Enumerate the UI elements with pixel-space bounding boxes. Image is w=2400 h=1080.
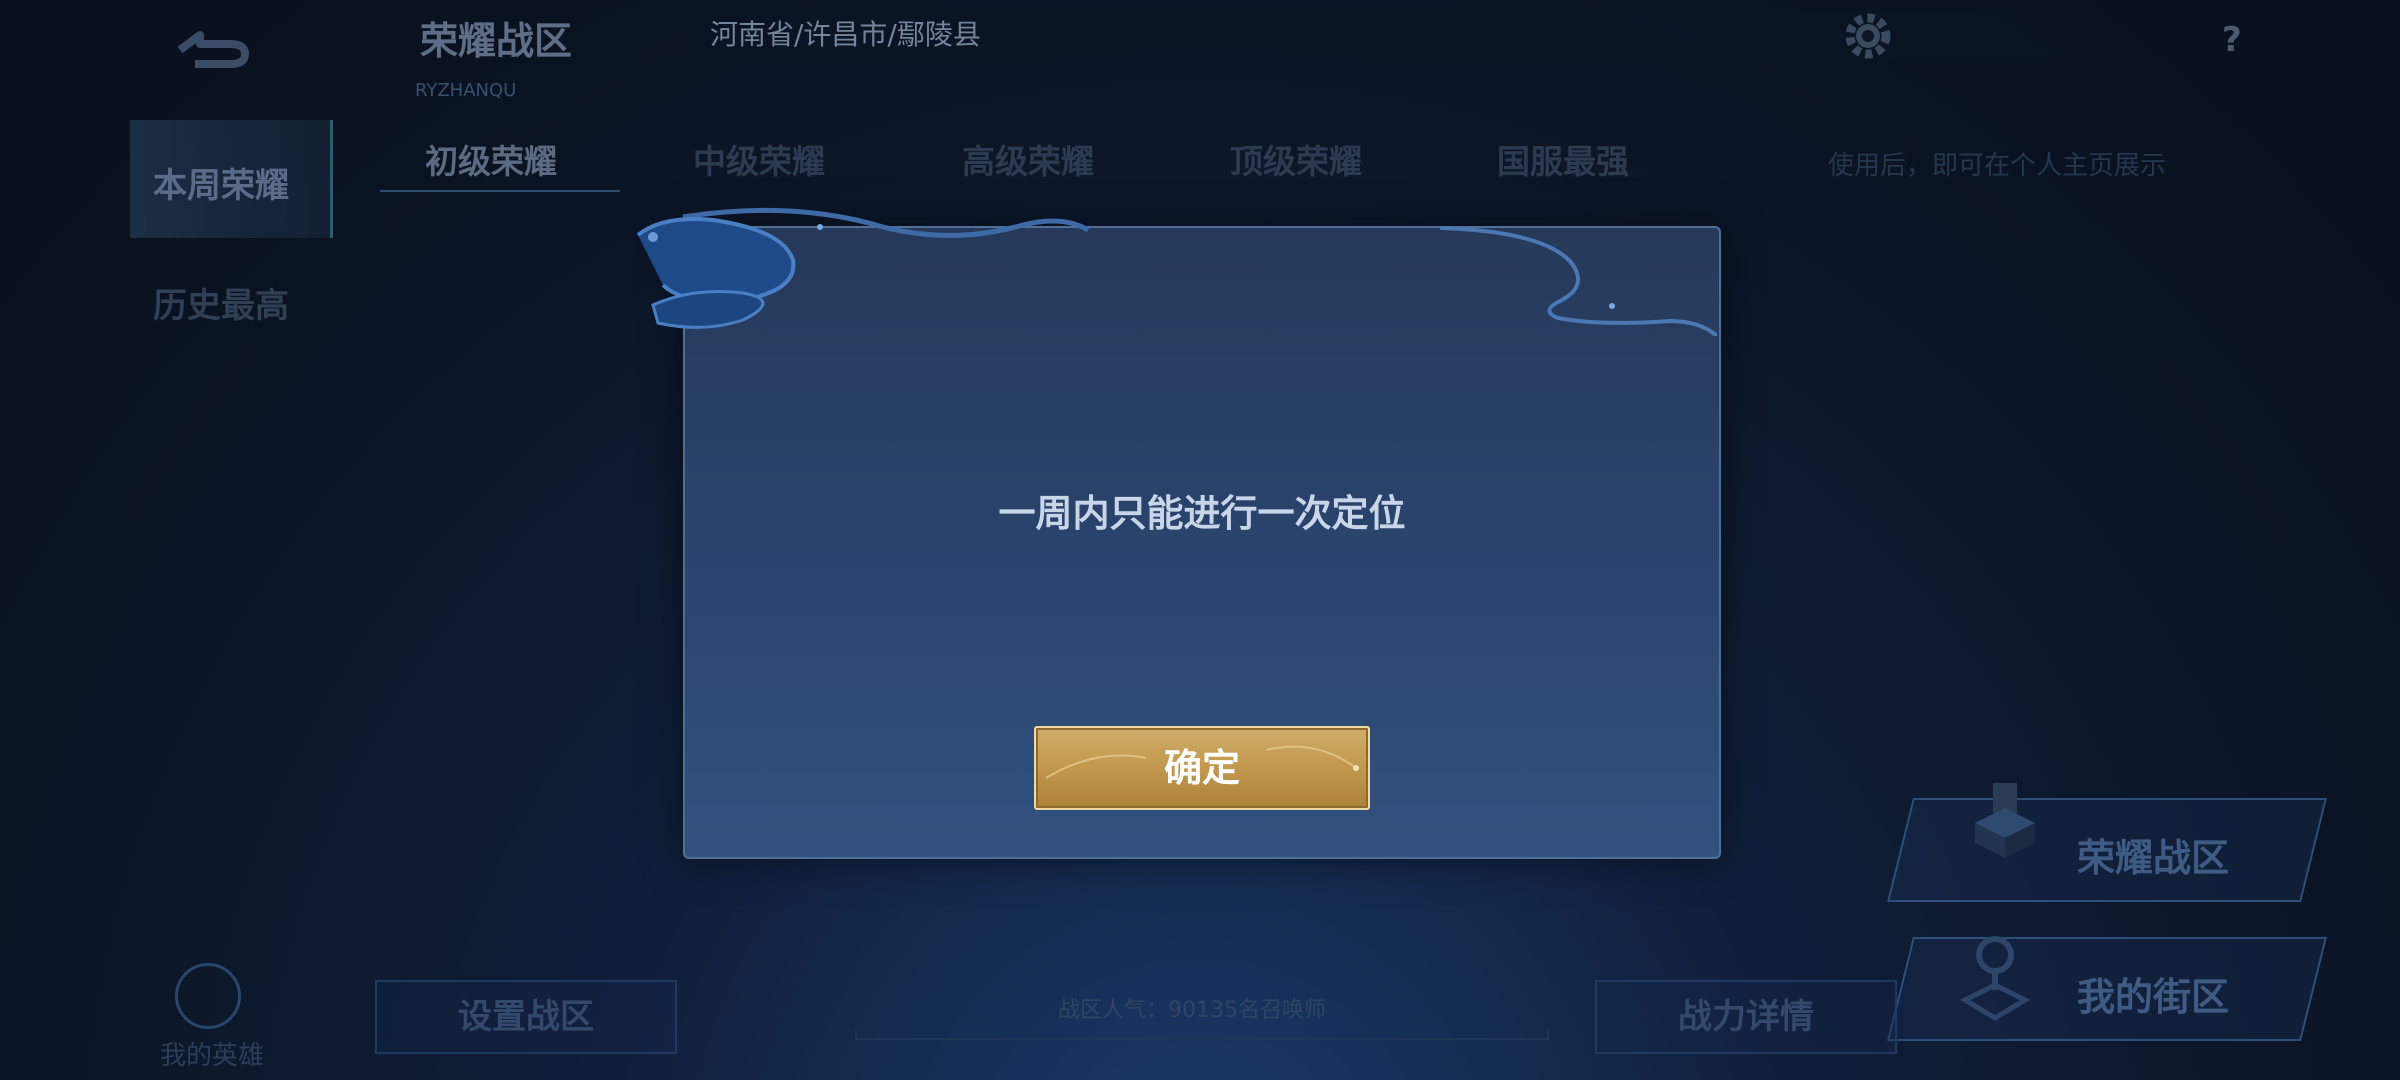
confirm-button[interactable]: 确定 bbox=[1034, 726, 1370, 810]
tab-junior-glory[interactable]: 初级荣耀 bbox=[425, 135, 557, 183]
tab-intermediate-glory[interactable]: 中级荣耀 bbox=[693, 135, 825, 183]
zone-popularity: 战区人气：90135名召唤师 bbox=[1058, 998, 1326, 1023]
zone-button-label[interactable]: 荣耀战区 bbox=[2077, 827, 2229, 882]
help-icon[interactable]: ? bbox=[2222, 20, 2242, 60]
tab-national-best[interactable]: 国服最强 bbox=[1497, 135, 1629, 183]
page-subtitle: RYZHANQU bbox=[415, 80, 517, 101]
zone-icon bbox=[1965, 778, 2045, 868]
set-zone-button[interactable]: 设置战区 bbox=[375, 980, 677, 1054]
my-hero-label[interactable]: 我的英雄 bbox=[160, 1035, 264, 1072]
confirm-button-label: 确定 bbox=[1163, 746, 1240, 790]
tab-senior-glory[interactable]: 高级荣耀 bbox=[962, 135, 1094, 183]
swirl-ornament-icon bbox=[1440, 226, 1717, 336]
tab-underline bbox=[380, 190, 620, 192]
modal-message: 一周内只能进行一次定位 bbox=[998, 492, 1406, 535]
leftnav-item-history-best[interactable]: 历史最高 bbox=[153, 278, 289, 327]
back-arrow-icon bbox=[177, 31, 249, 68]
top-bar: 荣耀战区 河南省/许昌市/鄢陵县 ? bbox=[0, 0, 2400, 70]
street-button-label[interactable]: 我的街区 bbox=[2077, 966, 2229, 1021]
map-pin-icon bbox=[1959, 930, 2031, 1030]
tab-top-glory[interactable]: 顶级荣耀 bbox=[1230, 135, 1362, 183]
leftnav-item-this-week[interactable]: 本周荣耀 bbox=[153, 158, 289, 207]
gear-icon[interactable] bbox=[1840, 8, 1896, 64]
page-title: 荣耀战区 bbox=[420, 19, 573, 63]
back-button[interactable] bbox=[175, 20, 255, 70]
swirl-ornament-icon bbox=[636, 207, 1090, 329]
hero-icon[interactable] bbox=[175, 963, 241, 1029]
popularity-divider bbox=[855, 1030, 1549, 1040]
power-details-button[interactable]: 战力详情 bbox=[1595, 980, 1897, 1054]
tab-hint-text: 使用后，即可在个人主页展示 bbox=[1828, 151, 2167, 181]
